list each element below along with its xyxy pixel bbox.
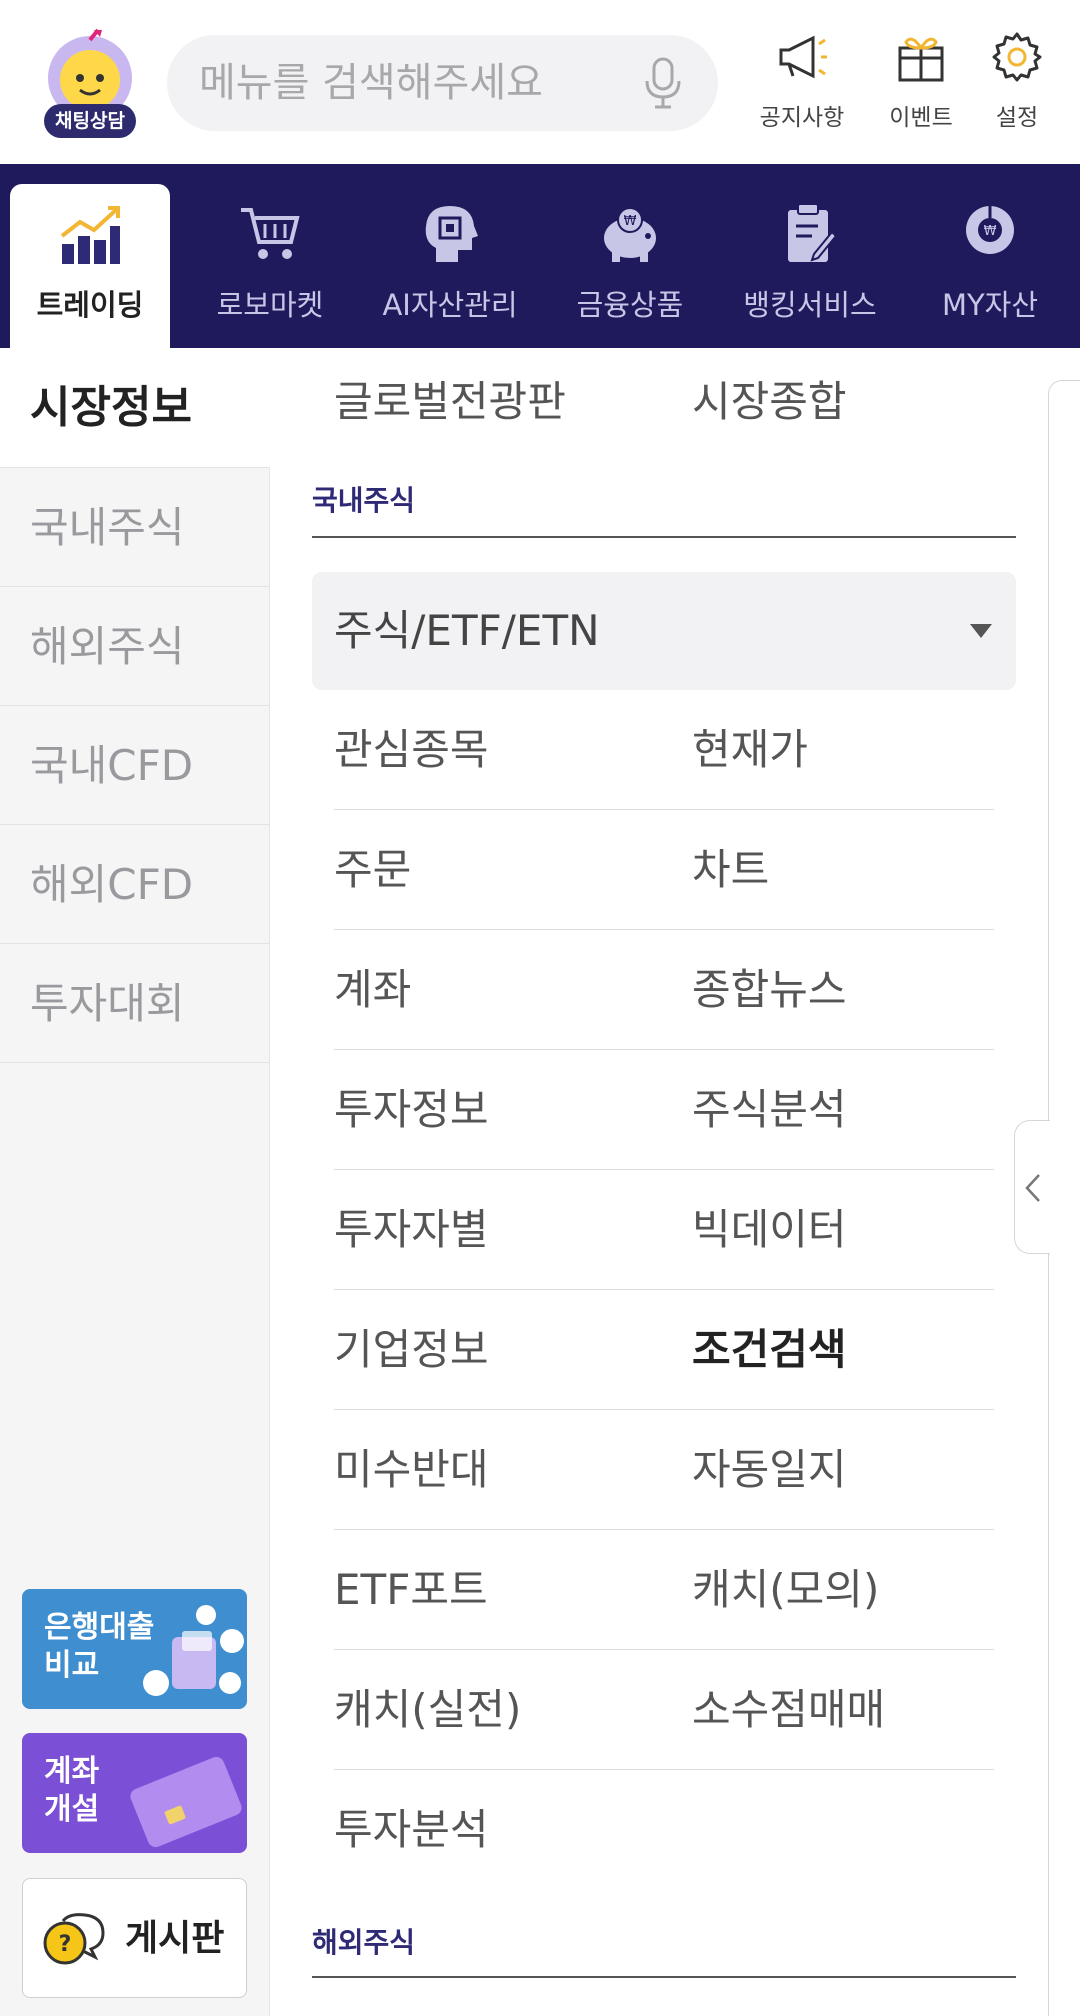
tab-financial-products[interactable]: ₩ 금융상품 bbox=[550, 164, 710, 348]
menu-item-order[interactable]: 주문 bbox=[334, 810, 411, 930]
menu-row: 투자자별 빅데이터 bbox=[334, 1170, 994, 1290]
microphone-icon[interactable] bbox=[635, 55, 691, 111]
gear-icon bbox=[992, 32, 1042, 82]
menu-item-company-info[interactable]: 기업정보 bbox=[334, 1290, 489, 1410]
menu-item-auto-journal[interactable]: 자동일지 bbox=[692, 1410, 847, 1530]
menu-item-etf-portfolio[interactable]: ETF포트 bbox=[334, 1530, 488, 1650]
chevron-left-icon bbox=[1025, 1174, 1040, 1202]
menu-item-fractional-trading[interactable]: 소수점매매 bbox=[692, 1650, 885, 1770]
menu-item-stock-analysis[interactable]: 주식분석 bbox=[692, 1050, 847, 1170]
section-heading-overseas-stock: 해외주식 bbox=[312, 1908, 1016, 1978]
menu-item-catch-demo[interactable]: 캐치(모의) bbox=[692, 1530, 879, 1650]
side-drawer-panel bbox=[1048, 380, 1080, 2016]
search-bar[interactable] bbox=[167, 35, 718, 131]
account-open-banner[interactable]: 계좌 개설 bbox=[22, 1733, 247, 1853]
clipboard-icon bbox=[730, 202, 890, 264]
settings-button[interactable]: 설정 bbox=[988, 30, 1046, 140]
settings-label: 설정 bbox=[995, 105, 1039, 131]
tab-trading[interactable]: 트레이딩 bbox=[10, 184, 170, 348]
menu-item-investment-info[interactable]: 투자정보 bbox=[334, 1050, 489, 1170]
menu-item-general-news[interactable]: 종합뉴스 bbox=[692, 930, 847, 1050]
svg-text:₩: ₩ bbox=[624, 214, 637, 229]
svg-text:₩: ₩ bbox=[984, 224, 997, 239]
bank-loan-banner-text: 은행대출 비교 bbox=[44, 1610, 155, 1683]
tab-my-asset-label: MY자산 bbox=[941, 288, 1039, 322]
ai-head-icon bbox=[370, 202, 530, 264]
credit-card-icon bbox=[130, 1756, 242, 1848]
menu-item-condition-search[interactable]: 조건검색 bbox=[692, 1290, 847, 1410]
tab-ai-asset-label: AI자산관리 bbox=[382, 288, 518, 322]
sidebar-title[interactable]: 시장정보 bbox=[0, 348, 270, 468]
cart-icon bbox=[190, 202, 350, 264]
tab-banking-label: 뱅킹서비스 bbox=[743, 288, 877, 322]
tab-banking[interactable]: 뱅킹서비스 bbox=[730, 164, 890, 348]
menu-item-watchlist[interactable]: 관심종목 bbox=[334, 690, 489, 810]
megaphone-icon bbox=[779, 35, 827, 79]
board-button[interactable]: ? 게시판 bbox=[22, 1878, 247, 1998]
top-header: 채팅상담 공지사항 이벤트 bbox=[0, 0, 1080, 164]
trading-chart-icon bbox=[10, 204, 170, 266]
event-button[interactable]: 이벤트 bbox=[886, 30, 956, 140]
product-type-select-value: 주식/ETF/ETN bbox=[334, 606, 600, 655]
sidebar-item-domestic-cfd[interactable]: 국내CFD bbox=[0, 706, 270, 825]
menu-item-account[interactable]: 계좌 bbox=[334, 930, 411, 1050]
menu-row: ETF포트 캐치(모의) bbox=[334, 1530, 994, 1650]
menu-row: 투자정보 주식분석 bbox=[334, 1050, 994, 1170]
sidebar-item-overseas-cfd[interactable]: 해외CFD bbox=[0, 825, 270, 944]
product-type-select[interactable]: 주식/ETF/ETN bbox=[312, 572, 1016, 690]
market-overview-link[interactable]: 시장종합 bbox=[692, 368, 847, 429]
chat-consult-label[interactable]: 채팅상담 bbox=[44, 104, 136, 138]
menu-row: 기업정보 조건검색 bbox=[334, 1290, 994, 1410]
menu-item-by-investor[interactable]: 투자자별 bbox=[334, 1170, 489, 1290]
drawer-toggle-button[interactable] bbox=[1014, 1120, 1050, 1254]
menu-row: 캐치(실전) 소수점매매 bbox=[334, 1650, 994, 1770]
menu-row: 계좌 종합뉴스 bbox=[334, 930, 994, 1050]
piggy-bank-icon: ₩ bbox=[550, 202, 710, 264]
menu-row: 관심종목 현재가 bbox=[334, 690, 994, 810]
menu-item-catch-live[interactable]: 캐치(실전) bbox=[334, 1650, 521, 1770]
menu-item-unsettled-trades[interactable]: 미수반대 bbox=[334, 1410, 489, 1530]
category-nav: 트레이딩 로보마켓 AI자산관리 ₩ 금융상품 뱅킹서비스 ₩ MY자산 bbox=[0, 164, 1080, 348]
menu-row: 주문 차트 bbox=[334, 810, 994, 930]
search-input[interactable] bbox=[199, 35, 619, 131]
global-board-link[interactable]: 글로벌전광판 bbox=[334, 368, 566, 429]
question-bubble-icon: ? bbox=[43, 1913, 105, 1965]
sidebar-item-domestic-stock[interactable]: 국내주식 bbox=[0, 468, 270, 587]
notice-button[interactable]: 공지사항 bbox=[756, 30, 848, 140]
section-heading-domestic-stock: 국내주식 bbox=[312, 466, 1016, 538]
menu-item-current-price[interactable]: 현재가 bbox=[692, 690, 808, 810]
svg-text:?: ? bbox=[59, 1932, 72, 1957]
account-open-banner-text: 계좌 개설 bbox=[44, 1754, 100, 1827]
event-label: 이벤트 bbox=[889, 105, 953, 131]
sidebar-item-overseas-stock[interactable]: 해외주식 bbox=[0, 587, 270, 706]
donut-chart-icon: ₩ bbox=[910, 202, 1070, 264]
caret-down-icon bbox=[970, 624, 992, 638]
tab-my-asset[interactable]: ₩ MY자산 bbox=[910, 164, 1070, 348]
bank-loan-compare-banner[interactable]: 은행대출 비교 bbox=[22, 1589, 247, 1709]
menu-row: 투자분석 bbox=[334, 1770, 994, 1890]
tab-trading-label: 트레이딩 bbox=[36, 288, 144, 322]
tab-ai-asset[interactable]: AI자산관리 bbox=[370, 164, 530, 348]
menu-row: 미수반대 자동일지 bbox=[334, 1410, 994, 1530]
menu-item-big-data[interactable]: 빅데이터 bbox=[692, 1170, 847, 1290]
gift-icon bbox=[898, 37, 944, 82]
tab-robomarket-label: 로보마켓 bbox=[216, 288, 324, 322]
menu-item-investment-analysis[interactable]: 투자분석 bbox=[334, 1770, 489, 1890]
menu-content: 글로벌전광판 시장종합 국내주식 주식/ETF/ETN 관심종목 현재가 주문 … bbox=[270, 348, 1050, 2016]
board-label: 게시판 bbox=[125, 1918, 225, 1959]
notice-label: 공지사항 bbox=[759, 105, 845, 131]
loan-card-illustration-icon bbox=[143, 1605, 244, 1696]
menu-item-chart[interactable]: 차트 bbox=[692, 810, 769, 930]
tab-financial-products-label: 금융상품 bbox=[576, 288, 684, 322]
sidebar-item-investment-contest[interactable]: 투자대회 bbox=[0, 944, 270, 1063]
tab-robomarket[interactable]: 로보마켓 bbox=[190, 164, 350, 348]
